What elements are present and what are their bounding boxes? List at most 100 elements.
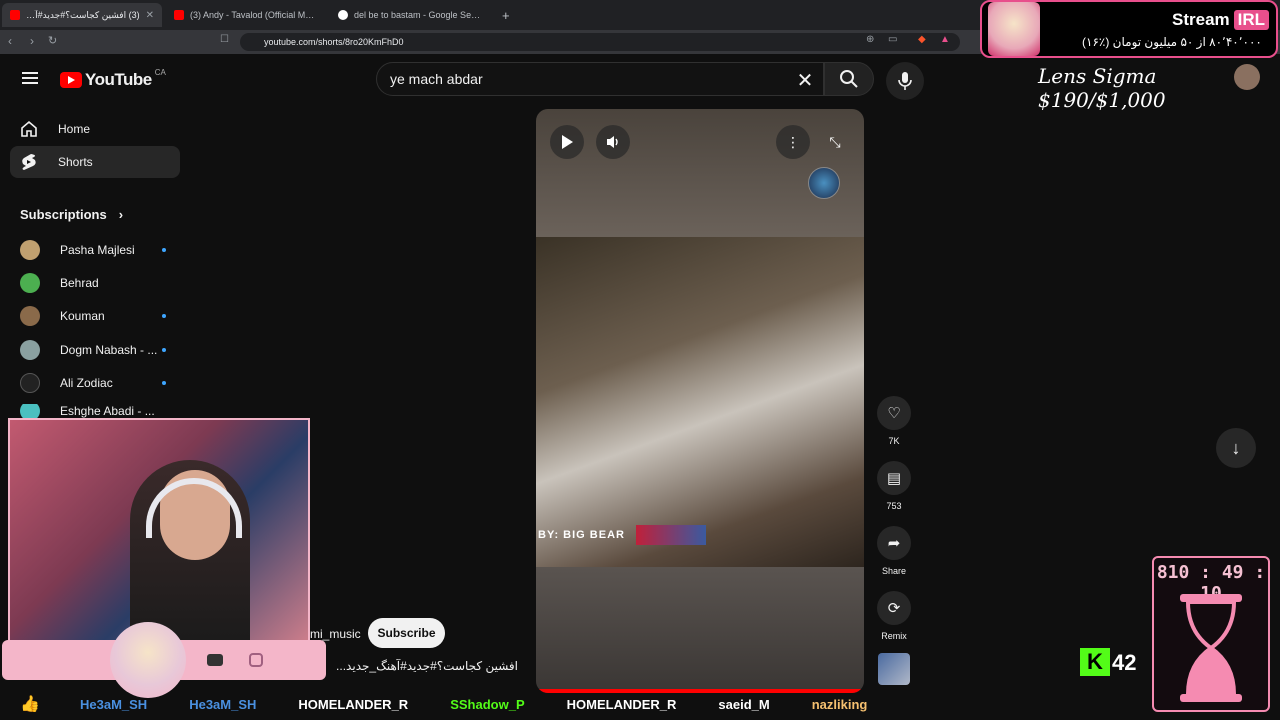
comments-button[interactable]: ▤ 753 <box>876 461 912 511</box>
sidebar-item-home[interactable]: Home <box>10 113 180 145</box>
ticker-user: saeid_M <box>718 696 770 712</box>
comment-icon: ▤ <box>877 461 911 495</box>
video-sticker <box>636 525 706 545</box>
ticker-user: SShadow_P <box>450 696 525 712</box>
remix-label: Remix <box>881 631 907 641</box>
subathon-timer: 810 : 49 : 10 <box>1152 556 1270 712</box>
video-watermark: BY: BIG BEAR <box>538 529 625 541</box>
thumbs-up-icon[interactable]: 👍 <box>20 694 40 714</box>
goal-progress-text: ۸۰٬۴۰٬۰۰۰ از ۵۰ میلیون تومان (٪۱۶) <box>1082 35 1262 49</box>
ticker-user: nazliking <box>811 696 868 712</box>
subscription-item[interactable]: Eshghe Abadi - ... <box>20 404 180 418</box>
volume-button[interactable] <box>596 125 630 159</box>
subscribe-button[interactable]: Subscribe <box>368 618 445 648</box>
shorts-icon <box>22 154 36 170</box>
home-icon <box>21 120 37 137</box>
rewards-icon[interactable]: ▲ <box>940 34 950 45</box>
search-input[interactable]: ye mach abdar ✕ <box>376 62 824 96</box>
instagram-social-icon <box>249 653 263 667</box>
new-content-dot <box>162 381 166 385</box>
youtube-social-icon <box>207 654 223 666</box>
lens-goal-text: Lens Sigma $190/$1,000 <box>1038 64 1166 112</box>
tab-andy[interactable]: (3) Andy - Tavalod (Official Music Vid <box>166 3 326 27</box>
youtube-favicon-icon <box>174 10 184 20</box>
ticker-user: He3aM_SH <box>189 696 257 712</box>
youtube-logo[interactable]: YouTube CA <box>60 67 166 90</box>
channel-name: Pasha Majlesi <box>60 243 135 257</box>
short-video-player[interactable]: BY: BIG BEAR ⋮ ⤡ <box>536 109 864 693</box>
stream-goal-overlay: Stream IRL ۸۰٬۴۰٬۰۰۰ از ۵۰ میلیون تومان … <box>980 0 1278 58</box>
channel-avatar <box>20 273 40 293</box>
logo-text: YouTube <box>85 70 152 89</box>
subscription-item[interactable]: Kouman <box>20 304 180 328</box>
back-icon[interactable]: ‹ <box>8 34 12 48</box>
forward-icon[interactable]: › <box>30 34 34 48</box>
play-button[interactable] <box>550 125 584 159</box>
tab-label: (3) افشین کجاست؟#جدید#آهنگ_ـ <box>26 9 140 20</box>
subscription-item[interactable]: Behrad <box>20 271 180 295</box>
sidebar-item-shorts[interactable]: Shorts <box>10 146 180 178</box>
brave-shield-icon[interactable]: ◆ <box>918 34 926 45</box>
channel-avatar <box>20 404 40 418</box>
like-button[interactable]: ♡ 7K <box>876 396 912 446</box>
more-options-button[interactable]: ⋮ <box>776 125 810 159</box>
share-label: Share <box>881 566 907 576</box>
goal-badge: IRL <box>1233 10 1270 30</box>
new-content-dot <box>162 314 166 318</box>
sound-thumbnail[interactable] <box>878 653 910 685</box>
mic-icon <box>898 72 912 90</box>
subscription-item[interactable]: Dogm Nabash - ... <box>20 338 180 362</box>
kick-viewer-count: 42 <box>1112 650 1137 675</box>
subscriptions-header[interactable]: Subscriptions › <box>20 207 123 222</box>
kick-logo-icon: K <box>1080 648 1110 676</box>
remix-button[interactable]: ⟳ Remix <box>876 591 912 641</box>
channel-avatar <box>20 373 40 393</box>
share-button[interactable]: ➦ Share <box>876 526 912 576</box>
hourglass-icon <box>1180 594 1242 702</box>
bookmark-icon[interactable]: ☐ <box>220 34 229 45</box>
streamer-chibi-sticker <box>110 622 186 698</box>
subscription-item[interactable]: Ali Zodiac <box>20 371 180 395</box>
reload-icon[interactable]: ↻ <box>48 34 57 47</box>
short-title[interactable]: افشین کجاست؟#جدید#آهنگ_جدید... <box>300 659 518 673</box>
arrow-down-icon: ↓ <box>1231 437 1241 458</box>
voice-search-button[interactable] <box>886 62 924 100</box>
country-code: CA <box>154 67 166 77</box>
next-short-button[interactable]: ↓ <box>1216 428 1256 468</box>
tab-google[interactable]: del be to bastam - Google Search <box>330 3 490 27</box>
new-content-dot <box>162 248 166 252</box>
menu-icon[interactable] <box>22 72 38 84</box>
channel-avatar <box>20 340 40 360</box>
channel-name: Ali Zodiac <box>60 376 113 390</box>
search-icon <box>840 70 858 88</box>
streamer-avatar-sticker <box>988 2 1040 56</box>
video-frame: BY: BIG BEAR <box>536 237 864 567</box>
like-icon: ♡ <box>877 396 911 430</box>
search-button[interactable] <box>824 62 874 96</box>
channel-name: Behrad <box>60 276 99 290</box>
chat-ticker: He3aM_SH He3aM_SH HOMELANDER_R SShadow_P… <box>0 692 1280 716</box>
clear-search-icon[interactable]: ✕ <box>793 68 817 93</box>
fullscreen-button[interactable]: ⤡ <box>818 125 852 159</box>
comment-count: 753 <box>886 501 902 511</box>
channel-handle[interactable]: mi_music <box>310 627 361 641</box>
tab-afshin[interactable]: (3) افشین کجاست؟#جدید#آهنگ_ـ ✕ <box>2 3 162 27</box>
play-icon <box>562 135 573 149</box>
chevron-right-icon: › <box>118 207 124 222</box>
subscription-item[interactable]: Pasha Majlesi <box>20 238 180 262</box>
sidebar-item-label: Shorts <box>58 155 93 169</box>
ticker-user: HOMELANDER_R <box>566 696 677 712</box>
channel-avatar <box>20 306 40 326</box>
channel-logo[interactable] <box>808 167 840 199</box>
new-tab-button[interactable]: + <box>494 3 518 27</box>
channel-name: Dogm Nabash - ... <box>60 343 158 357</box>
share-icon: ➦ <box>877 526 911 560</box>
remix-icon: ⟳ <box>877 591 911 625</box>
webcam-overlay <box>8 418 310 650</box>
new-content-dot <box>162 348 166 352</box>
more-vert-icon: ⋮ <box>786 133 800 150</box>
zoom-icon[interactable]: ⊕ <box>866 34 874 45</box>
cast-icon[interactable]: ▭ <box>888 34 897 45</box>
close-tab-icon[interactable]: ✕ <box>146 10 154 21</box>
url-field[interactable]: youtube.com/shorts/8ro20KmFhD0 <box>240 33 960 51</box>
